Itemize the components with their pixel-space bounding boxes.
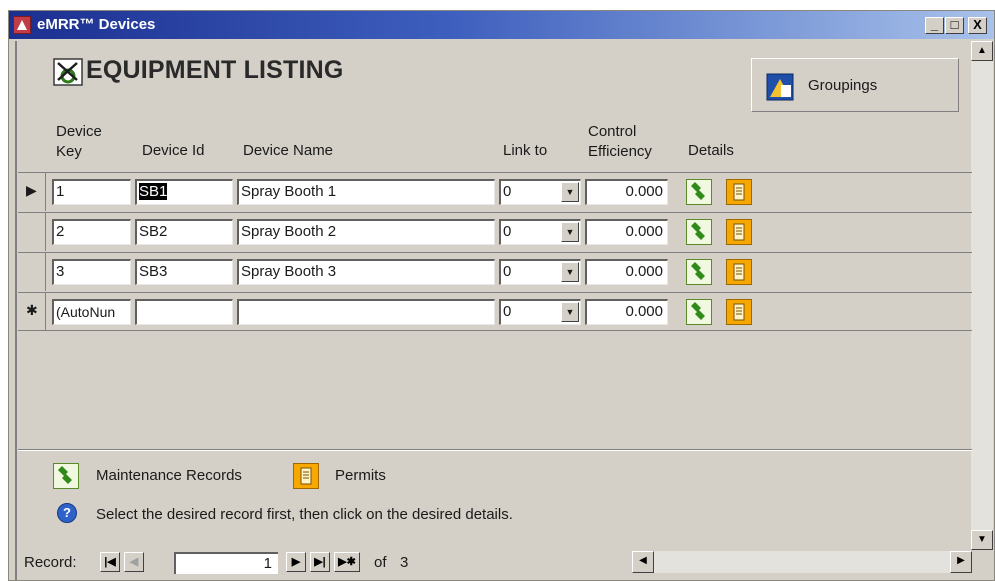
scroll-down-button[interactable]: ▼ — [971, 530, 993, 550]
record-total: 3 — [400, 554, 409, 571]
column-header-details: Details — [688, 142, 734, 159]
device-key-cell[interactable]: (AutoNun — [52, 299, 131, 325]
close-button[interactable]: X — [968, 17, 987, 34]
device-name-cell[interactable]: Spray Booth 1 — [237, 179, 495, 205]
window-title: eMRR™ Devices — [37, 16, 156, 33]
row-selector[interactable] — [18, 213, 46, 251]
link-to-select[interactable]: 0 ▼ — [499, 259, 581, 285]
footer-divider — [18, 449, 972, 451]
table-row[interactable]: 2 SB2 Spray Booth 2 0 ▼ 0.000 — [18, 212, 972, 251]
equipment-icon — [53, 58, 83, 86]
device-id-cell[interactable]: SB2 — [135, 219, 233, 245]
link-to-select[interactable]: 0 ▼ — [499, 299, 581, 325]
wrench-icon — [53, 463, 79, 489]
device-id-cell[interactable]: SB1 — [135, 179, 233, 205]
link-to-select[interactable]: 0 ▼ — [499, 179, 581, 205]
row-selector[interactable]: ▶ — [18, 173, 46, 211]
control-efficiency-cell[interactable]: 0.000 — [585, 299, 668, 325]
maximize-button[interactable]: □ — [945, 17, 964, 34]
column-header-device-id: Device Id — [142, 142, 205, 159]
permit-icon[interactable] — [726, 219, 752, 245]
device-id-cell[interactable] — [135, 299, 233, 325]
title-bar[interactable]: eMRR™ Devices _ □ X — [9, 11, 994, 39]
last-record-button[interactable]: ▶| — [310, 552, 330, 572]
row-selector[interactable]: ✱ — [18, 293, 46, 331]
wrench-icon[interactable] — [686, 299, 712, 325]
info-icon: ? — [57, 503, 77, 523]
row-selector[interactable] — [18, 253, 46, 291]
legend-maintenance-label: Maintenance Records — [96, 467, 242, 484]
control-efficiency-cell[interactable]: 0.000 — [585, 179, 668, 205]
permit-icon[interactable] — [726, 259, 752, 285]
record-label: Record: — [24, 554, 77, 571]
control-efficiency-cell[interactable]: 0.000 — [585, 219, 668, 245]
new-record-button[interactable]: ▶✱ — [334, 552, 360, 572]
legend-permits-label: Permits — [335, 467, 386, 484]
chevron-down-icon[interactable]: ▼ — [561, 222, 579, 242]
device-key-cell[interactable]: 1 — [52, 179, 131, 205]
page-title: EQUIPMENT LISTING — [86, 56, 344, 84]
chevron-down-icon[interactable]: ▼ — [561, 262, 579, 282]
table-row-new[interactable]: ✱ (AutoNun 0 ▼ 0.000 — [18, 292, 972, 331]
permit-icon — [293, 463, 319, 489]
scroll-right-button[interactable]: ▶ — [950, 551, 972, 573]
control-efficiency-cell[interactable]: 0.000 — [585, 259, 668, 285]
record-number-input[interactable]: 1 — [174, 552, 278, 574]
scroll-up-button[interactable]: ▲ — [971, 41, 993, 61]
device-id-cell[interactable]: SB3 — [135, 259, 233, 285]
column-header-device-name: Device Name — [243, 142, 334, 159]
vertical-scrollbar[interactable]: ▲ ▼ — [971, 41, 993, 550]
chevron-down-icon[interactable]: ▼ — [561, 302, 579, 322]
horizontal-scrollbar[interactable]: ◀ ▶ — [632, 551, 972, 573]
column-header-link-to: Link to — [503, 142, 548, 159]
device-name-cell[interactable] — [237, 299, 495, 325]
permit-icon[interactable] — [726, 299, 752, 325]
previous-record-button[interactable]: ◀ — [124, 552, 144, 572]
device-key-cell[interactable]: 3 — [52, 259, 131, 285]
scroll-left-button[interactable]: ◀ — [632, 551, 654, 573]
next-record-button[interactable]: ▶ — [286, 552, 306, 572]
table-row[interactable]: ▶ 1 SB1 Spray Booth 1 0 ▼ 0.000 — [18, 172, 972, 211]
link-to-select[interactable]: 0 ▼ — [499, 219, 581, 245]
groupings-icon — [766, 73, 794, 101]
wrench-icon[interactable] — [686, 179, 712, 205]
first-record-button[interactable]: |◀ — [100, 552, 120, 572]
record-of-label: of — [374, 554, 387, 571]
groupings-button[interactable]: Groupings — [751, 58, 959, 112]
permit-icon[interactable] — [726, 179, 752, 205]
column-header-device-key: Device Key — [56, 123, 102, 160]
chevron-down-icon[interactable]: ▼ — [561, 182, 579, 202]
minimize-button[interactable]: _ — [925, 17, 944, 34]
device-key-cell[interactable]: 2 — [52, 219, 131, 245]
table-row[interactable]: 3 SB3 Spray Booth 3 0 ▼ 0.000 — [18, 252, 972, 291]
groupings-label: Groupings — [808, 77, 878, 94]
hint-text: Select the desired record first, then cl… — [96, 506, 513, 523]
wrench-icon[interactable] — [686, 219, 712, 245]
wrench-icon[interactable] — [686, 259, 712, 285]
column-header-control-efficiency: Control Efficiency — [588, 123, 652, 160]
device-name-cell[interactable]: Spray Booth 3 — [237, 259, 495, 285]
device-name-cell[interactable]: Spray Booth 2 — [237, 219, 495, 245]
app-icon — [13, 16, 31, 34]
